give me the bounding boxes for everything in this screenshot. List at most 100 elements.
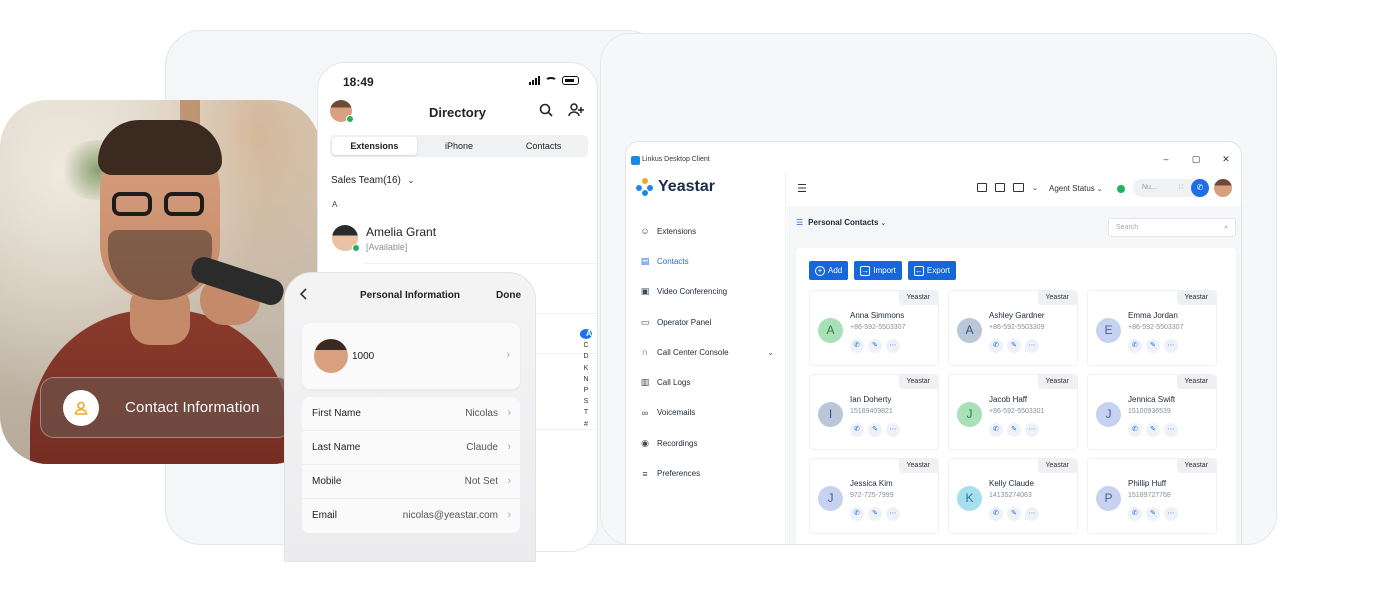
call-icon[interactable]: ✆	[850, 507, 864, 521]
sidebar-item-contacts[interactable]: ▤ Contacts	[640, 246, 780, 276]
field-mobile[interactable]: Mobile Not Set ›	[302, 465, 520, 499]
contacts-book-icon: ▤	[640, 255, 650, 266]
chevron-down-icon: ⌄	[407, 176, 415, 185]
contact-name: Amelia Grant	[366, 225, 437, 239]
personal-contacts-selector[interactable]: ☰ Personal Contacts ⌄	[796, 218, 886, 227]
alphabet-letter[interactable]: S	[580, 396, 592, 407]
contact-card-icon[interactable]	[995, 183, 1005, 192]
field-first-name[interactable]: First Name Nicolas ›	[302, 397, 520, 431]
import-button[interactable]: → Import	[854, 261, 902, 280]
contact-card[interactable]: Yeastar I Ian Doherty 15189409821 ✆ ✎ ⋯	[809, 374, 939, 450]
more-icon[interactable]: ⋯	[1164, 423, 1178, 437]
edit-icon[interactable]: ✎	[1146, 507, 1160, 521]
sidebar-item-video-conferencing[interactable]: ▣ Video Conferencing	[640, 277, 780, 307]
minimize-icon[interactable]: –	[1161, 154, 1171, 165]
sidebar-item-extensions[interactable]: ☺ Extensions	[640, 216, 780, 246]
contact-status: [Available]	[366, 242, 408, 252]
company-tag: Yeastar	[898, 375, 938, 389]
call-icon[interactable]: ✆	[850, 339, 864, 353]
call-icon[interactable]: ✆	[1128, 507, 1142, 521]
extension-row[interactable]: 1000 ›	[302, 323, 520, 389]
sidebar-item-operator-panel[interactable]: ▭ Operator Panel	[640, 307, 780, 337]
contact-card[interactable]: Yeastar E Emma Jordan +86-592-5503307 ✆ ✎ ⋯	[1087, 290, 1217, 366]
agent-status-dropdown[interactable]: Agent Status ⌄	[1049, 184, 1103, 193]
edit-icon[interactable]: ✎	[1146, 423, 1160, 437]
contact-card[interactable]: Yeastar J Jennica Swift 15100936539 ✆ ✎ ⋯	[1087, 374, 1217, 450]
alphabet-letter[interactable]: A	[580, 329, 592, 339]
alphabet-index[interactable]: A C D K N P S T #	[580, 329, 592, 430]
alphabet-letter[interactable]: D	[580, 351, 592, 362]
company-tag: Yeastar	[898, 459, 938, 473]
call-icon[interactable]: ✆	[1191, 179, 1209, 197]
maximize-icon[interactable]: ▢	[1191, 154, 1201, 165]
call-icon[interactable]: ✆	[1128, 339, 1142, 353]
alphabet-letter[interactable]: T	[580, 407, 592, 418]
edit-icon[interactable]: ✎	[868, 423, 882, 437]
sidebar-item-voicemails[interactable]: ∞ Voicemails	[640, 398, 780, 428]
add-user-icon[interactable]	[568, 103, 584, 120]
sidebar-item-call-center-console[interactable]: ∩ Call Center Console ⌄	[640, 337, 780, 367]
more-icon[interactable]: ⋯	[886, 507, 900, 521]
more-icon[interactable]: ⋯	[1164, 339, 1178, 353]
dialpad-icon[interactable]: ∷	[1179, 179, 1183, 197]
alphabet-letter[interactable]: #	[580, 419, 592, 430]
contact-card[interactable]: Yeastar A Anna Simmons +86-592-5503307 ✆ ✎ ⋯	[809, 290, 939, 366]
export-button[interactable]: ← Export	[907, 261, 957, 280]
contact-card[interactable]: Yeastar J Jessica Kim 972-725-7999 ✆ ✎ ⋯	[809, 458, 939, 534]
dial-input[interactable]: Nu... ∷ ✆	[1133, 179, 1209, 197]
close-icon[interactable]: ✕	[1221, 154, 1231, 165]
tab-contacts[interactable]: Contacts	[501, 137, 586, 155]
done-button[interactable]: Done	[496, 290, 521, 301]
main-area: ☰ ⌄ Agent Status ⌄ Nu... ∷ ✆ ☰ Personal C…	[787, 172, 1241, 544]
more-icon[interactable]: ⋯	[1025, 339, 1039, 353]
sidebar-item-call-logs[interactable]: ▥ Call Logs	[640, 367, 780, 397]
edit-icon[interactable]: ✎	[868, 507, 882, 521]
edit-icon[interactable]: ✎	[868, 339, 882, 353]
call-icon[interactable]: ✆	[989, 507, 1003, 521]
alphabet-letter[interactable]: C	[580, 340, 592, 351]
call-icon[interactable]: ✆	[989, 339, 1003, 353]
contact-card[interactable]: Yeastar J Jacob Haff +86-592-5503301 ✆ ✎ ⋯	[948, 374, 1078, 450]
more-icon[interactable]: ⋯	[1025, 507, 1039, 521]
avatar[interactable]	[1214, 179, 1232, 197]
more-icon[interactable]: ⋯	[1025, 423, 1039, 437]
search-input[interactable]: Search ⌕	[1108, 218, 1236, 237]
display-icon[interactable]	[1013, 183, 1024, 192]
list-item[interactable]: Amelia Grant [Available]	[318, 221, 597, 265]
search-icon[interactable]	[539, 103, 553, 120]
divider	[364, 263, 597, 264]
contact-card[interactable]: Yeastar P Phillip Huff 15189727768 ✆ ✎ ⋯	[1087, 458, 1217, 534]
edit-icon[interactable]: ✎	[1007, 339, 1021, 353]
team-selector[interactable]: Sales Team(16) ⌄	[331, 175, 414, 186]
card-actions: ✆ ✎ ⋯	[850, 423, 900, 437]
more-icon[interactable]: ⋯	[1164, 507, 1178, 521]
more-icon[interactable]: ⋯	[886, 339, 900, 353]
alphabet-letter[interactable]: P	[580, 385, 592, 396]
alphabet-letter[interactable]: N	[580, 374, 592, 385]
edit-icon[interactable]: ✎	[1007, 423, 1021, 437]
sidebar-item-recordings[interactable]: ◉ Recordings	[640, 428, 780, 458]
qr-code-icon[interactable]	[977, 183, 987, 192]
field-last-name[interactable]: Last Name Claude ›	[302, 431, 520, 465]
contact-card[interactable]: Yeastar K Kelly Claude 14135274063 ✆ ✎ ⋯	[948, 458, 1078, 534]
field-email[interactable]: Email nicolas@yeastar.com ›	[302, 499, 520, 533]
alphabet-letter[interactable]: K	[580, 363, 592, 374]
more-icon[interactable]: ⋯	[886, 423, 900, 437]
tab-extensions[interactable]: Extensions	[332, 137, 417, 155]
chevron-down-icon: ⌄	[767, 347, 774, 357]
contact-card[interactable]: Yeastar A Ashley Gardner +86-592-5503309 ✆ ✎ ⋯	[948, 290, 1078, 366]
add-button[interactable]: + Add	[809, 261, 849, 280]
tab-iphone[interactable]: iPhone	[417, 137, 502, 155]
contact-name: Jacob Haff	[989, 395, 1028, 404]
menu-collapse-icon[interactable]: ☰	[797, 182, 807, 195]
online-status-dot	[352, 244, 360, 252]
import-icon: →	[860, 265, 871, 276]
chevron-down-icon[interactable]: ⌄	[1032, 184, 1038, 192]
call-icon[interactable]: ✆	[1128, 423, 1142, 437]
edit-icon[interactable]: ✎	[1146, 339, 1160, 353]
sidebar-item-preferences[interactable]: ≡ Preferences	[640, 458, 780, 488]
call-icon[interactable]: ✆	[989, 423, 1003, 437]
stage: Contact Information 18:49 Directory Exte…	[0, 0, 1400, 600]
call-icon[interactable]: ✆	[850, 423, 864, 437]
edit-icon[interactable]: ✎	[1007, 507, 1021, 521]
